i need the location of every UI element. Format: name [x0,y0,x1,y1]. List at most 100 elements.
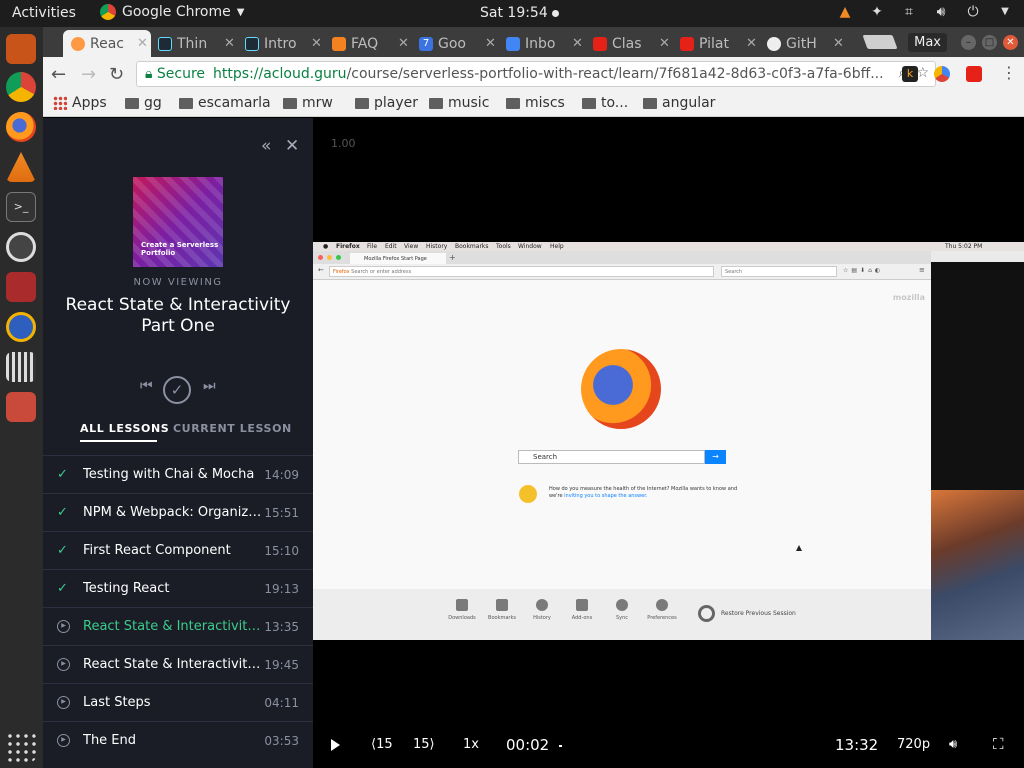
download-manager-icon[interactable] [6,272,36,302]
video-editor-icon[interactable] [6,352,36,382]
lesson-row[interactable]: ▶React State & Interactivity Pa...19:45 [43,645,313,683]
tab-google-calendar[interactable]: 7 Goo ✕ [411,30,499,57]
firefox-tab-strip: Mozilla Firefox Start Page + [313,251,931,264]
activities-button[interactable]: Activities [12,5,76,21]
dropbox-tray-icon[interactable]: ✦ [868,3,886,21]
speed-overlay: 1.00 [331,137,356,150]
tab-acloud-guru[interactable]: Reac ✕ [63,30,151,57]
color-extension-icon[interactable] [934,66,950,82]
bookmark-folder[interactable]: angular [643,95,715,111]
lesson-row[interactable]: ✓ First React Component 15:10 [43,531,313,569]
close-tab-icon[interactable]: ✕ [311,36,322,51]
ff-toolbar-icons: ☆▤⬇⌂◐ [843,267,884,274]
bookmark-folder[interactable]: escamarla [179,95,271,111]
lesson-row-current[interactable]: ▶React State & Interactivity Pa...13:35 [43,607,313,645]
software-updater-icon[interactable] [6,232,36,262]
previous-lesson-icon[interactable]: ⏮︎ [140,378,153,394]
bookmark-star-icon[interactable]: ☆ [916,65,929,81]
play-circle-icon: ▶ [57,658,70,671]
tab-github[interactable]: GitH ✕ [759,30,847,57]
play-circle-icon: ▶ [57,734,70,747]
close-tab-icon[interactable]: ✕ [224,36,235,51]
files-app-icon[interactable] [6,34,36,64]
tab-faq[interactable]: FAQ ✕ [324,30,412,57]
tab-thinking-react[interactable]: Thin ✕ [150,30,238,57]
ff-back-icon: ← [318,266,324,274]
app-menu[interactable]: Google Chrome ▼ [100,4,244,20]
close-tab-icon[interactable]: ✕ [659,36,670,51]
bookmark-folder[interactable]: player [355,95,418,111]
tab-youtube-pilates[interactable]: Pilat ✕ [672,30,760,57]
bookmark-folder[interactable]: to... [582,95,628,111]
collapse-sidebar-icon[interactable]: « [261,136,271,156]
chrome-app-icon[interactable] [6,72,36,102]
fullscreen-icon[interactable]: ⛶ [993,735,1004,753]
close-tab-icon[interactable]: ✕ [833,36,844,51]
firefox-window: Mozilla Firefox Start Page + ← Firefox S… [313,251,931,640]
minimize-button[interactable]: – [961,35,976,50]
video-player[interactable]: 1.00 ● Firefox File Edit View History Bo… [313,118,1024,768]
lesson-row[interactable]: ▶ The End 03:53 [43,721,313,759]
check-icon: ✓ [57,543,68,558]
mark-complete-icon[interactable]: ✓ [163,376,191,404]
restore-icon [698,605,715,622]
progress-bar[interactable] [559,745,562,747]
bookmark-folder[interactable]: gg [125,95,162,111]
quality-button[interactable]: 720p [897,737,930,752]
bookmark-folder[interactable]: mrw [283,95,333,111]
tab-youtube-class[interactable]: Clas ✕ [585,30,673,57]
firefox-app-icon[interactable] [6,112,36,142]
close-tab-icon[interactable]: ✕ [485,36,496,51]
bookmark-folder[interactable]: music [429,95,489,111]
close-tab-icon[interactable]: ✕ [572,36,583,51]
chevron-down-icon[interactable]: ▼ [996,3,1014,21]
next-lesson-icon[interactable]: ⏭︎ [203,378,216,394]
volume-icon[interactable]: 🔊︎ [932,3,950,21]
reload-button[interactable]: ↻ [109,64,124,85]
secure-indicator[interactable]: 🔒︎ Secure [145,66,205,82]
bookmark-folder[interactable]: miscs [506,95,565,111]
close-tab-icon[interactable]: ✕ [398,36,409,51]
terminal-app-icon[interactable]: >_ [6,192,36,222]
new-tab-button[interactable] [862,35,898,49]
lesson-row[interactable]: ✓NPM & Webpack: Organizing ...15:51 [43,493,313,531]
show-applications-icon[interactable] [6,732,36,762]
close-sidebar-icon[interactable]: ✕ [285,136,299,156]
address-bar[interactable]: 🔒︎ Secure https://acloud.guru/course/ser… [136,61,936,87]
tab-all-lessons[interactable]: ALL LESSONS [80,422,169,435]
ff-url-bar: Firefox Search or enter address [329,266,714,277]
firefox-tab: Mozilla Firefox Start Page [350,253,446,264]
vlc-app-icon[interactable] [6,152,36,182]
network-icon[interactable]: ⌗ [900,3,918,21]
preferences-icon: Preferences [647,599,677,621]
lesson-row[interactable]: ✓ Testing React 19:13 [43,569,313,607]
forward-button[interactable]: → [81,64,96,85]
power-icon[interactable]: ⏻ [964,3,982,21]
volume-icon[interactable]: 🔊︎ [949,737,957,752]
bookmark-apps[interactable]: Apps [53,95,107,111]
mac-minimize-light [327,255,332,260]
restore-button[interactable]: □ [982,35,997,50]
playback-speed-button[interactable]: 1x [463,737,479,752]
chrome-menu-icon[interactable]: ⋮ [1001,63,1017,82]
close-tab-icon[interactable]: ✕ [746,36,757,51]
chrome-toolbar: ← → ↻ 🔒︎ Secure https://acloud.guru/cour… [43,57,1024,91]
vlc-tray-icon[interactable]: ▲ [836,3,854,21]
lesson-row[interactable]: ✓ Testing with Chai & Mocha 14:09 [43,455,313,493]
tab-current-lesson[interactable]: CURRENT LESSON [173,422,292,435]
youtube-extension-icon[interactable] [966,66,982,82]
play-icon[interactable] [331,739,340,751]
close-window-button[interactable]: ✕ [1003,35,1018,50]
profile-button[interactable]: Max [908,33,947,52]
rewind-15-button[interactable]: ⟨15 [371,737,393,752]
headphones-app-icon[interactable] [6,312,36,342]
clock[interactable]: Sat 19:54 [480,5,559,21]
tab-intro-react[interactable]: Intro ✕ [237,30,325,57]
keep-extension-icon[interactable]: k [902,66,918,82]
tab-inbox[interactable]: Inbo ✕ [498,30,586,57]
forward-15-button[interactable]: 15⟩ [413,737,435,752]
back-button[interactable]: ← [51,64,66,85]
settings-tools-icon[interactable] [6,392,36,422]
lesson-row[interactable]: ▶ Last Steps 04:11 [43,683,313,721]
close-tab-icon[interactable]: ✕ [137,36,148,51]
